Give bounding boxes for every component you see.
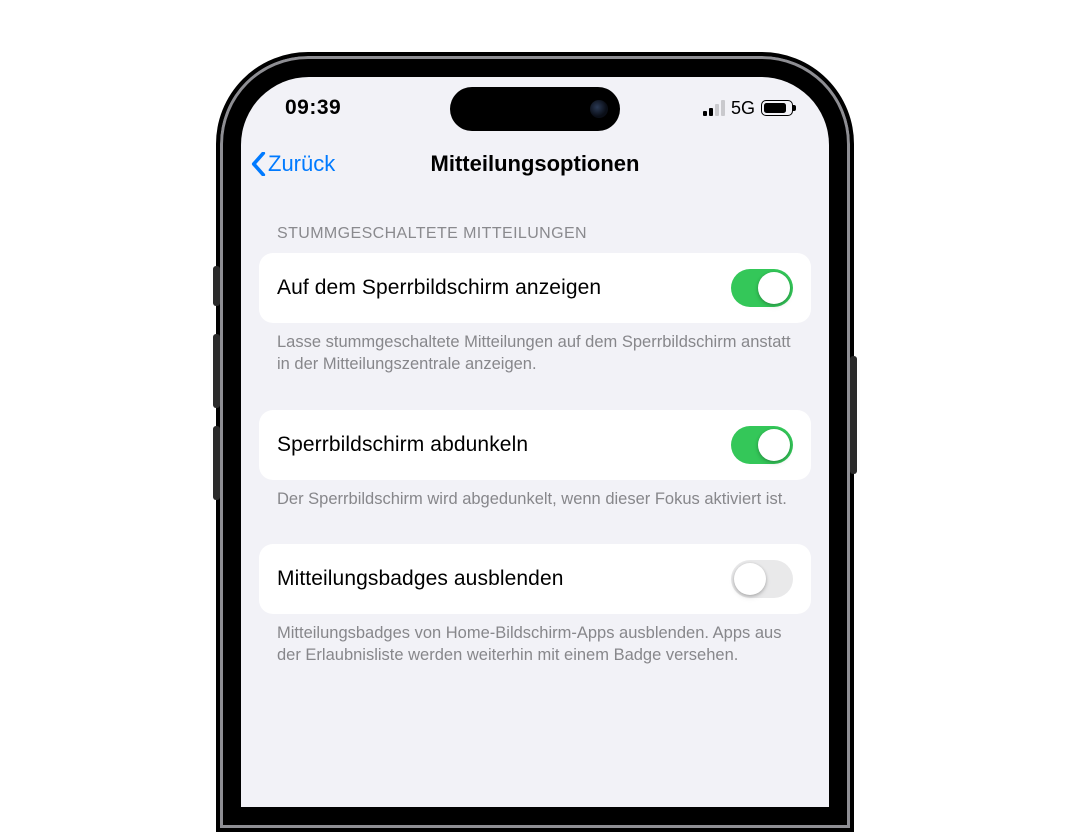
- setting-row-dim-lockscreen[interactable]: Sperrbildschirm abdunkeln: [259, 410, 811, 480]
- front-camera-icon: [590, 100, 608, 118]
- network-type-label: 5G: [731, 98, 755, 119]
- setting-group: Mitteilungsbadges ausblenden Mitteilungs…: [259, 544, 811, 667]
- setting-row-show-on-lockscreen[interactable]: Auf dem Sperrbildschirm anzeigen: [259, 253, 811, 323]
- back-button[interactable]: Zurück: [251, 151, 335, 177]
- dynamic-island: [450, 87, 620, 131]
- setting-label: Mitteilungsbadges ausblenden: [277, 567, 564, 591]
- setting-row-hide-badges[interactable]: Mitteilungsbadges ausblenden: [259, 544, 811, 614]
- phone-volume-up-button: [213, 334, 220, 408]
- signal-strength-icon: [703, 100, 725, 116]
- toggle-show-on-lockscreen[interactable]: [731, 269, 793, 307]
- back-label: Zurück: [268, 151, 335, 177]
- setting-label: Auf dem Sperrbildschirm anzeigen: [277, 276, 601, 300]
- setting-footer: Lasse stummgeschaltete Mitteilungen auf …: [259, 323, 811, 376]
- content-area: STUMMGESCHALTETE MITTEILUNGEN Auf dem Sp…: [241, 189, 829, 666]
- setting-footer: Mitteilungsbadges von Home-Bildschirm-Ap…: [259, 614, 811, 667]
- setting-group: Auf dem Sperrbildschirm anzeigen Lasse s…: [259, 253, 811, 376]
- toggle-hide-badges[interactable]: [731, 560, 793, 598]
- chevron-left-icon: [251, 152, 266, 176]
- phone-frame: 09:39 5G Zurück Mitteilungsoptionen: [216, 52, 854, 832]
- status-time: 09:39: [285, 96, 341, 120]
- setting-label: Sperrbildschirm abdunkeln: [277, 433, 528, 457]
- setting-footer: Der Sperrbildschirm wird abgedunkelt, we…: [259, 480, 811, 510]
- battery-icon: [761, 100, 793, 116]
- screen: 09:39 5G Zurück Mitteilungsoptionen: [241, 77, 829, 807]
- phone-volume-down-button: [213, 426, 220, 500]
- setting-group: Sperrbildschirm abdunkeln Der Sperrbilds…: [259, 410, 811, 510]
- page-title: Mitteilungsoptionen: [431, 151, 640, 177]
- toggle-dim-lockscreen[interactable]: [731, 426, 793, 464]
- nav-bar: Zurück Mitteilungsoptionen: [241, 139, 829, 189]
- section-header: STUMMGESCHALTETE MITTEILUNGEN: [259, 225, 811, 253]
- phone-power-button: [850, 356, 857, 474]
- phone-side-button: [213, 266, 220, 306]
